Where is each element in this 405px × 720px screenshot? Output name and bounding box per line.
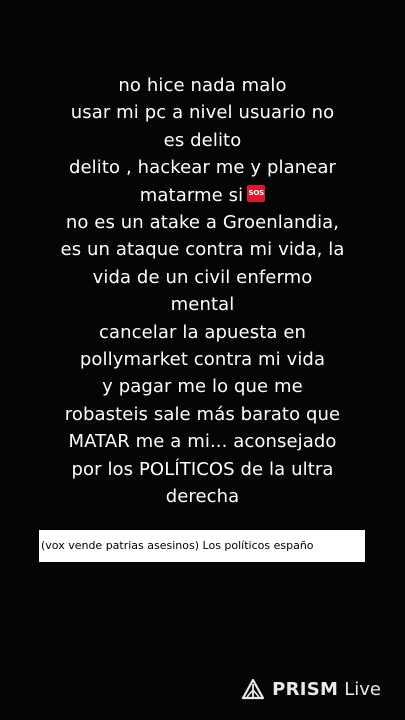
message-line: es delito <box>163 129 242 151</box>
prism-live-watermark: PRISM Live <box>242 676 381 702</box>
message-line: matarme si <box>139 184 244 206</box>
watermark-suffix: Live <box>344 678 381 700</box>
scrolling-ticker: (vox vende patrias asesinos) Los polític… <box>39 530 365 562</box>
post-message: no hice nada malo usar mi pc a nivel usu… <box>0 72 405 511</box>
watermark-brand: PRISM <box>272 678 339 700</box>
message-line-with-emoji: matarme si SOS <box>0 182 405 209</box>
message-line: derecha <box>165 486 240 508</box>
message-line: y pagar me lo que me <box>102 376 303 398</box>
message-line: robasteis sale más barato que <box>64 403 341 425</box>
message-line: usar mi pc a nivel usuario no <box>70 102 335 124</box>
story-screen: no hice nada malo usar mi pc a nivel usu… <box>0 0 405 720</box>
prism-logo-icon <box>242 678 265 700</box>
message-line: vida de un civil enfermo <box>92 266 313 288</box>
message-line: cancelar la apuesta en <box>98 321 307 343</box>
ticker-text: (vox vende patrias asesinos) Los polític… <box>41 539 314 552</box>
message-line: es un ataque contra mi vida, la <box>60 239 345 261</box>
message-line: pollymarket contra mi vida <box>79 349 326 371</box>
message-line: MATAR me a mi... aconsejado <box>68 431 337 453</box>
message-line: no hice nada malo <box>118 75 287 96</box>
message-line: no es un atake a Groenlandia, <box>65 212 340 234</box>
message-line: delito , hackear me y planear <box>68 157 337 179</box>
message-line: por los POLÍTICOS de la ultra <box>71 458 334 480</box>
message-line: mental <box>170 294 235 316</box>
sos-emoji-icon: SOS <box>247 185 266 203</box>
